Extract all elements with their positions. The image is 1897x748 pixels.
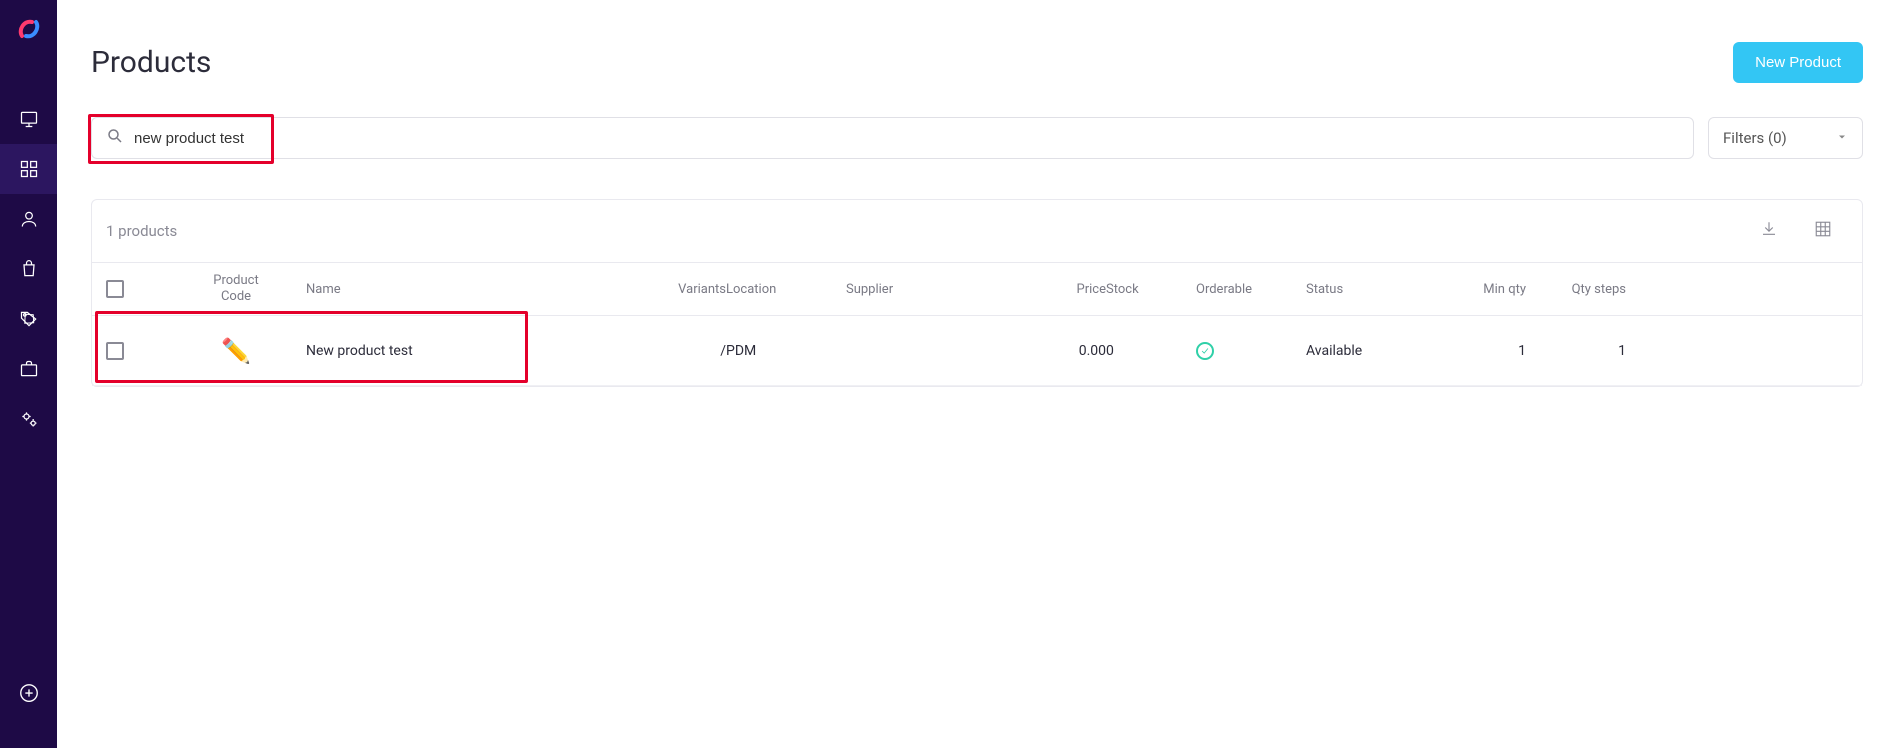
row-orderable (1196, 342, 1306, 360)
table-header-row: ProductCode Name Variants Location Suppl… (92, 262, 1862, 316)
table-row[interactable]: ✏️ New product test / PDM 0.00 0 Availab… (92, 316, 1862, 386)
main-content: Products New Product Filters (0) 1 produ… (57, 0, 1897, 748)
products-card: 1 products ProductCode Name Variants Loc… (91, 199, 1863, 387)
nav-item-users[interactable] (0, 194, 57, 244)
nav-item-orders[interactable] (0, 244, 57, 294)
grid-view-icon[interactable] (1814, 220, 1832, 242)
row-name: New product test (306, 343, 606, 359)
sidebar (0, 0, 57, 748)
nav-item-add[interactable] (0, 668, 57, 718)
row-stock: 0 (1106, 343, 1196, 359)
row-checkbox[interactable] (106, 342, 124, 360)
th-variants: Variants (606, 282, 726, 297)
nav-item-dashboard[interactable] (0, 94, 57, 144)
search-icon (106, 127, 124, 149)
th-name: Name (306, 282, 606, 297)
th-orderable: Orderable (1196, 282, 1306, 297)
search-container (91, 117, 1694, 159)
th-stock: Stock (1106, 282, 1196, 297)
row-min-qty: 1 (1436, 343, 1526, 359)
filters-label: Filters (0) (1723, 129, 1787, 147)
row-price: 0.00 (986, 343, 1106, 359)
nav-item-products[interactable] (0, 144, 57, 194)
nav-item-briefcase[interactable] (0, 344, 57, 394)
row-variants: / (606, 343, 726, 359)
pencil-icon: ✏️ (221, 337, 251, 365)
th-supplier: Supplier (846, 282, 986, 297)
th-status: Status (1306, 282, 1436, 297)
check-circle-icon (1196, 342, 1214, 360)
select-all-checkbox[interactable] (106, 280, 124, 298)
row-status: Available (1306, 343, 1436, 359)
filters-button[interactable]: Filters (0) (1708, 117, 1863, 159)
products-count: 1 products (106, 222, 177, 240)
th-product-code: ProductCode (166, 273, 306, 304)
th-min-qty: Min qty (1436, 282, 1526, 297)
app-logo (14, 14, 44, 44)
page-title: Products (91, 45, 211, 80)
row-product-icon: ✏️ (166, 337, 306, 365)
download-icon[interactable] (1760, 220, 1778, 242)
nav-item-tags[interactable] (0, 294, 57, 344)
th-price: Price (986, 282, 1106, 297)
new-product-button[interactable]: New Product (1733, 42, 1863, 83)
row-qty-steps: 1 (1526, 343, 1626, 359)
chevron-down-icon (1836, 129, 1848, 147)
th-qty-steps: Qty steps (1526, 282, 1626, 297)
search-input[interactable] (134, 130, 1693, 147)
row-location: PDM (726, 343, 846, 359)
th-location: Location (726, 282, 846, 297)
nav-item-settings[interactable] (0, 394, 57, 444)
